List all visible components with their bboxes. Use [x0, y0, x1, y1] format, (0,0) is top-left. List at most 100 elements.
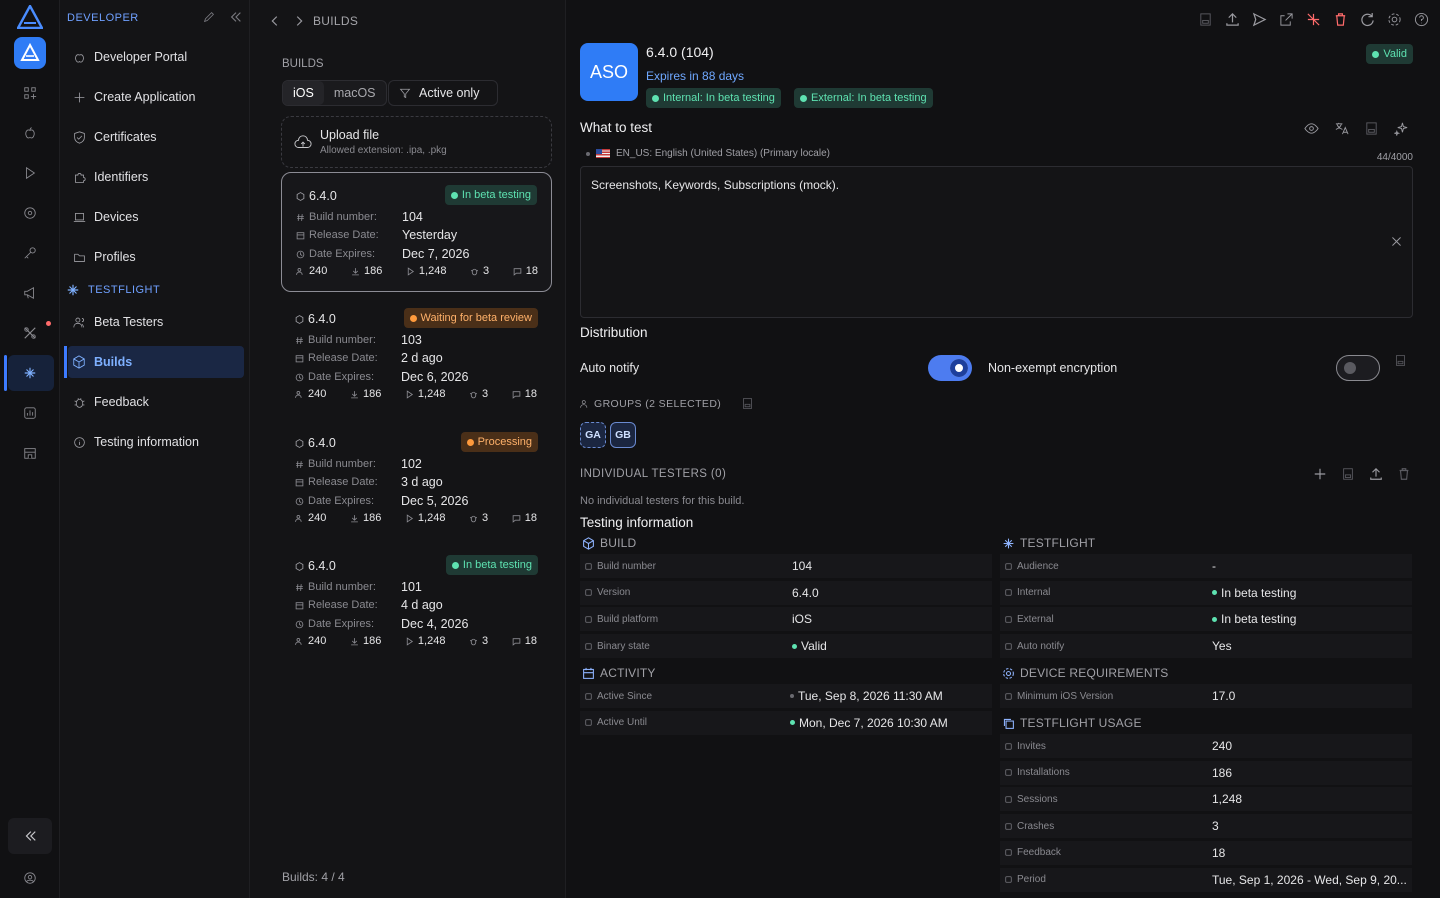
save-icon[interactable]: [1341, 467, 1357, 483]
calendar-icon: [295, 478, 304, 487]
info-row-value: Tue, Sep 1, 2026 - Wed, Sep 9, 20...: [1212, 872, 1407, 887]
group-chip-ga[interactable]: GA: [580, 422, 606, 448]
group-chip-gb[interactable]: GB: [610, 422, 636, 448]
collapse-rail-button[interactable]: [8, 818, 52, 854]
what-to-test-textarea[interactable]: Screenshots, Keywords, Subscriptions (mo…: [580, 166, 1413, 318]
date-expires-row: Date Expires: Dec 6, 2026: [295, 370, 468, 384]
sidebar-item-profiles[interactable]: Profiles: [68, 241, 244, 273]
calendar-icon: [295, 601, 304, 610]
builds-count: Builds: 4 / 4: [282, 870, 345, 884]
package-icon: [72, 355, 86, 369]
info-row-key: Auto notify: [1000, 641, 1064, 652]
upload-icon[interactable]: [1369, 467, 1385, 483]
platform-tab-ios[interactable]: iOS: [283, 81, 324, 105]
platform-tab-macos[interactable]: macOS: [324, 81, 386, 105]
encryption-label: Non-exempt encryption: [988, 361, 1118, 375]
translate-icon[interactable]: [1334, 121, 1350, 137]
app-icon: ASO: [580, 43, 638, 101]
what-to-test-text: Screenshots, Keywords, Subscriptions (mo…: [591, 178, 840, 192]
gear-icon[interactable]: [1387, 12, 1403, 28]
sessions-stat: 1,248: [405, 635, 445, 647]
testers-stat: 240: [295, 512, 326, 524]
tools-icon[interactable]: [20, 323, 40, 343]
build-card[interactable]: 6.4.0 Processing Build number: 102 Release D…: [281, 420, 552, 540]
info-row-key: External: [1000, 614, 1054, 625]
play-icon: [405, 389, 414, 399]
sidebar: DEVELOPER Developer Portal Create Applic…: [60, 0, 250, 898]
info-row: Version 6.4.0: [580, 580, 992, 605]
refresh-icon[interactable]: [1360, 12, 1376, 28]
build-card[interactable]: 6.4.0 In beta testing Build number: 104 Rele…: [281, 172, 552, 292]
info-row-value: -: [1212, 559, 1216, 573]
icon-rail: [0, 0, 60, 898]
sidebar-item-create-application[interactable]: Create Application: [68, 81, 244, 113]
key-icon[interactable]: [20, 243, 40, 263]
shield-icon: [72, 130, 86, 144]
sidebar-item-testing-information[interactable]: Testing information: [68, 426, 244, 458]
apps-grid-icon[interactable]: [20, 83, 40, 103]
sparkle-icon[interactable]: [1394, 121, 1410, 137]
sidebar-item-label: Profiles: [94, 250, 136, 264]
analytics-icon[interactable]: [20, 403, 40, 423]
external-link-icon[interactable]: [1279, 12, 1295, 28]
save-icon[interactable]: [1198, 12, 1214, 28]
sidebar-item-feedback[interactable]: Feedback: [68, 386, 244, 418]
expire-build-icon[interactable]: [1306, 12, 1322, 28]
forward-icon[interactable]: [292, 14, 306, 28]
account-icon[interactable]: [20, 868, 40, 888]
send-icon[interactable]: [1252, 12, 1268, 28]
collapse-sidebar-icon[interactable]: [229, 10, 245, 26]
hash-icon: [295, 583, 304, 592]
info-row-value: In beta testing: [1212, 612, 1296, 626]
auto-notify-toggle[interactable]: [928, 355, 972, 381]
breadcrumb[interactable]: BUILDS: [313, 14, 358, 28]
clear-icon[interactable]: [1390, 235, 1404, 249]
build-card[interactable]: 6.4.0 Waiting for beta review Build number…: [281, 296, 552, 416]
sidebar-item-label: Identifiers: [94, 170, 149, 184]
sidebar-item-devices[interactable]: Devices: [68, 201, 244, 233]
save-groups-icon[interactable]: [741, 397, 755, 411]
help-icon[interactable]: [1414, 12, 1430, 28]
sidebar-item-certificates[interactable]: Certificates: [68, 121, 244, 153]
build-card[interactable]: 6.4.0 In beta testing Build number: 101 Rele…: [281, 543, 552, 663]
binary-valid-badge: Valid: [1366, 44, 1413, 64]
date-expires-row: Date Expires: Dec 4, 2026: [295, 617, 468, 631]
target-icon[interactable]: [20, 203, 40, 223]
delete-icon[interactable]: [1397, 467, 1413, 483]
save-icon[interactable]: [1364, 121, 1380, 137]
sidebar-item-beta-testers[interactable]: Beta Testers: [68, 306, 244, 338]
info-row-value: 18: [1212, 845, 1226, 860]
build-detail: ASO 6.4.0 (104) Expires in 88 days Inter…: [566, 42, 1440, 898]
build-stats: 240 186 1,248 3 18: [295, 512, 537, 524]
eye-icon[interactable]: [1304, 121, 1320, 137]
build-status-badge: In beta testing: [445, 555, 538, 575]
locale-selector[interactable]: EN_US: English (United States) (Primary …: [586, 148, 830, 159]
edit-icon[interactable]: [202, 10, 218, 26]
delete-icon[interactable]: [1333, 12, 1349, 28]
app-switcher-icon[interactable]: [14, 37, 46, 69]
build-title: 6.4.0 (104): [646, 44, 714, 60]
build-status-badge: Waiting for beta review: [403, 308, 538, 328]
usage-section-title: TESTFLIGHT USAGE: [1002, 716, 1142, 730]
apple-icon[interactable]: [20, 123, 40, 143]
active-only-filter-button[interactable]: Active only: [388, 80, 498, 106]
testflight-icon[interactable]: [20, 363, 40, 383]
chat-icon: [512, 390, 521, 399]
date-expires-row: Date Expires: Dec 7, 2026: [296, 247, 469, 261]
upload-icon[interactable]: [1225, 12, 1241, 28]
sessions-stat: 1,248: [405, 388, 445, 400]
what-to-test-actions: [1304, 121, 1410, 137]
add-tester-icon[interactable]: [1313, 467, 1329, 483]
store-icon[interactable]: [20, 443, 40, 463]
hash-icon: [296, 213, 305, 222]
info-row: Active Since Tue, Sep 8, 2026 11:30 AM: [580, 684, 992, 708]
save-icon[interactable]: [1394, 354, 1408, 368]
back-icon[interactable]: [268, 14, 282, 28]
megaphone-icon[interactable]: [20, 283, 40, 303]
sidebar-item-identifiers[interactable]: Identifiers: [68, 161, 244, 193]
upload-file-dropzone[interactable]: Upload file Allowed extension: .ipa, .pk…: [281, 116, 552, 168]
encryption-toggle[interactable]: [1336, 355, 1380, 381]
sidebar-item-builds[interactable]: Builds: [64, 346, 244, 378]
play-icon[interactable]: [20, 163, 40, 183]
sidebar-item-developer-portal[interactable]: Developer Portal: [68, 41, 244, 73]
